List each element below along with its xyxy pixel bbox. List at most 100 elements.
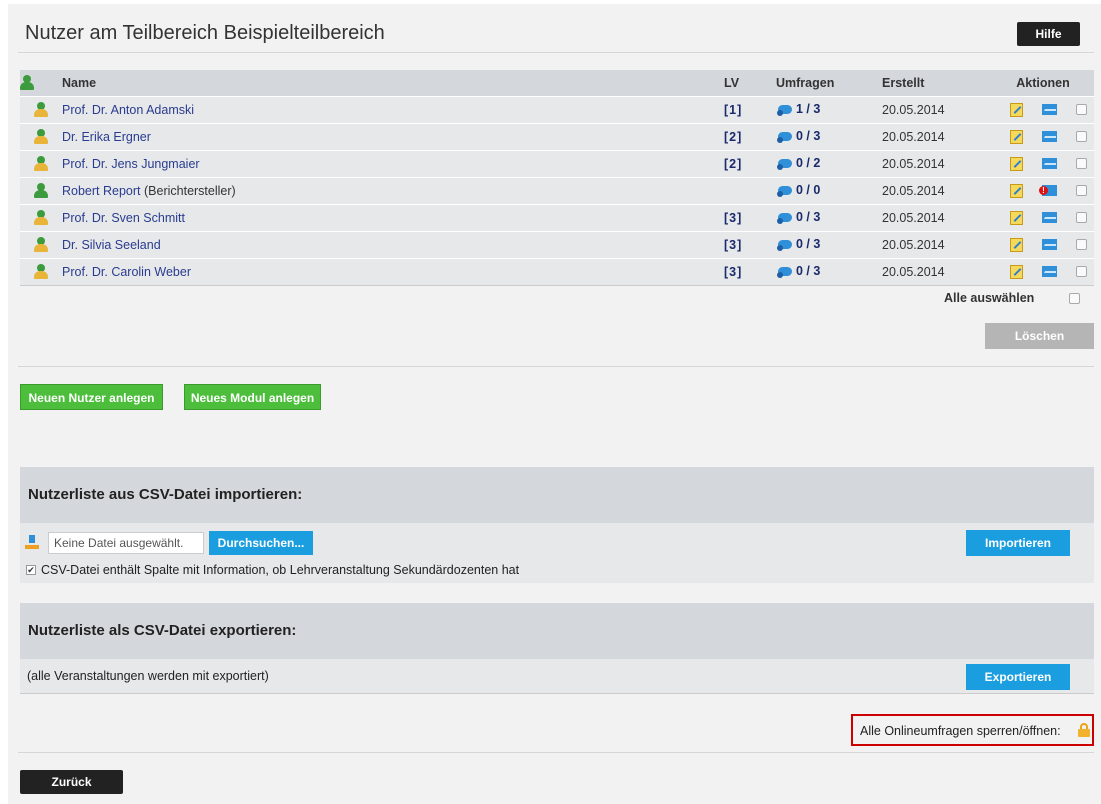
export-button[interactable]: Exportieren <box>966 664 1070 690</box>
header-lv: LV <box>724 70 776 96</box>
user-role: (Berichtersteller) <box>144 183 236 198</box>
browse-button[interactable]: Durchsuchen... <box>209 531 313 555</box>
created-date: 20.05.2014 <box>882 149 992 177</box>
mail-error-icon[interactable]: ! <box>1039 185 1057 197</box>
created-date: 20.05.2014 <box>882 122 992 150</box>
import-panel: Keine Datei ausgewählt. Durchsuchen... I… <box>20 523 1094 583</box>
mail-icon[interactable] <box>1042 239 1057 251</box>
created-date: 20.05.2014 <box>882 176 992 204</box>
row-checkbox[interactable] <box>1076 212 1087 224</box>
user-icon <box>34 236 48 253</box>
row-checkbox[interactable] <box>1076 266 1087 278</box>
header-name: Name <box>62 70 724 96</box>
back-button[interactable]: Zurück <box>20 770 123 794</box>
lv-link[interactable]: [3] <box>724 203 776 231</box>
divider <box>18 752 1094 753</box>
file-name-display: Keine Datei ausgewählt. <box>48 532 204 554</box>
user-icon <box>34 209 48 226</box>
user-icon <box>34 155 48 172</box>
mail-icon[interactable] <box>1042 266 1057 278</box>
header-user-icon-cell <box>20 70 62 96</box>
export-note: (alle Veranstaltungen werden mit exporti… <box>27 669 269 683</box>
select-all-label: Alle auswählen <box>944 291 1035 305</box>
lv-link[interactable]: [1] <box>724 95 776 123</box>
mail-icon[interactable] <box>1042 158 1057 170</box>
lock-icon[interactable] <box>1078 723 1090 737</box>
header-erstellt: Erstellt <box>882 70 992 96</box>
survey-icon <box>776 104 794 117</box>
header-aktionen: Aktionen <box>992 70 1094 96</box>
survey-count[interactable]: 0 / 3 <box>796 129 820 143</box>
survey-icon <box>776 266 794 279</box>
user-name-link[interactable]: Prof. Dr. Anton Adamski <box>62 103 194 117</box>
new-user-button[interactable]: Neuen Nutzer anlegen <box>20 384 163 410</box>
lv-link[interactable]: [2] <box>724 122 776 150</box>
user-name-link[interactable]: Prof. Dr. Jens Jungmaier <box>62 157 200 171</box>
survey-icon <box>776 158 794 171</box>
survey-icon <box>776 185 794 198</box>
user-icon <box>34 128 48 145</box>
lv-link[interactable]: [2] <box>724 149 776 177</box>
edit-icon[interactable] <box>1010 102 1023 117</box>
help-button[interactable]: Hilfe <box>1017 22 1080 46</box>
import-button[interactable]: Importieren <box>966 530 1070 556</box>
row-checkbox[interactable] <box>1076 158 1087 170</box>
row-checkbox[interactable] <box>1076 104 1087 116</box>
table-row: Prof. Dr. Jens Jungmaier [2] 0 / 2 20.05… <box>20 149 1094 177</box>
edit-icon[interactable] <box>1010 210 1023 225</box>
upload-icon <box>25 535 39 549</box>
edit-icon[interactable] <box>1010 264 1023 279</box>
delete-button[interactable]: Löschen <box>985 323 1094 349</box>
created-date: 20.05.2014 <box>882 257 992 286</box>
lv-link[interactable] <box>724 176 776 204</box>
divider <box>18 52 1094 53</box>
table-row: Robert Report (Berichtersteller) 0 / 0 2… <box>20 176 1094 204</box>
created-date: 20.05.2014 <box>882 203 992 231</box>
export-heading: Nutzerliste als CSV-Datei exportieren: <box>20 603 1094 659</box>
survey-count[interactable]: 0 / 0 <box>796 183 820 197</box>
table-row: Prof. Dr. Carolin Weber [3] 0 / 3 20.05.… <box>20 257 1094 286</box>
user-icon <box>20 74 34 91</box>
csv-option-checkbox[interactable]: ✔ <box>26 565 36 575</box>
user-name-link[interactable]: Prof. Dr. Carolin Weber <box>62 265 191 279</box>
lock-all-label: Alle Onlineumfragen sperren/öffnen: <box>860 724 1061 738</box>
table-row: Prof. Dr. Anton Adamski [1] 1 / 3 20.05.… <box>20 95 1094 123</box>
user-icon <box>34 182 48 199</box>
created-date: 20.05.2014 <box>882 230 992 258</box>
edit-icon[interactable] <box>1010 237 1023 252</box>
edit-icon[interactable] <box>1010 156 1023 171</box>
header-umfragen: Umfragen <box>776 70 882 96</box>
new-module-button[interactable]: Neues Modul anlegen <box>184 384 321 410</box>
edit-icon[interactable] <box>1010 129 1023 144</box>
mail-icon[interactable] <box>1042 131 1057 143</box>
divider <box>18 366 1094 367</box>
mail-icon[interactable] <box>1042 212 1057 224</box>
lock-all-surveys-box: Alle Onlineumfragen sperren/öffnen: <box>851 714 1094 746</box>
users-table: Name LV Umfragen Erstellt Aktionen Prof.… <box>20 70 1094 286</box>
user-name-link[interactable]: Prof. Dr. Sven Schmitt <box>62 211 185 225</box>
survey-count[interactable]: 0 / 3 <box>796 264 820 278</box>
export-panel: (alle Veranstaltungen werden mit exporti… <box>20 659 1094 694</box>
row-checkbox[interactable] <box>1076 239 1087 251</box>
csv-option-label: CSV-Datei enthält Spalte mit Information… <box>41 563 520 577</box>
user-name-link[interactable]: Dr. Silvia Seeland <box>62 238 161 252</box>
survey-count[interactable]: 0 / 3 <box>796 210 820 224</box>
row-checkbox[interactable] <box>1076 185 1087 197</box>
select-all-checkbox[interactable] <box>1069 293 1080 304</box>
edit-icon[interactable] <box>1010 183 1023 198</box>
row-checkbox[interactable] <box>1076 131 1087 143</box>
lv-link[interactable]: [3] <box>724 230 776 258</box>
user-name-link[interactable]: Robert Report <box>62 184 141 198</box>
survey-count[interactable]: 0 / 2 <box>796 156 820 170</box>
mail-icon[interactable] <box>1042 104 1057 116</box>
lv-link[interactable]: [3] <box>724 257 776 286</box>
survey-count[interactable]: 1 / 3 <box>796 102 820 116</box>
survey-count[interactable]: 0 / 3 <box>796 237 820 251</box>
import-heading: Nutzerliste aus CSV-Datei importieren: <box>20 467 1094 523</box>
user-icon <box>34 263 48 280</box>
user-name-link[interactable]: Dr. Erika Ergner <box>62 130 151 144</box>
survey-icon <box>776 212 794 225</box>
table-row: Dr. Silvia Seeland [3] 0 / 3 20.05.2014 <box>20 230 1094 258</box>
table-row: Dr. Erika Ergner [2] 0 / 3 20.05.2014 <box>20 122 1094 150</box>
page-container: Nutzer am Teilbereich Beispielteilbereic… <box>8 4 1101 804</box>
